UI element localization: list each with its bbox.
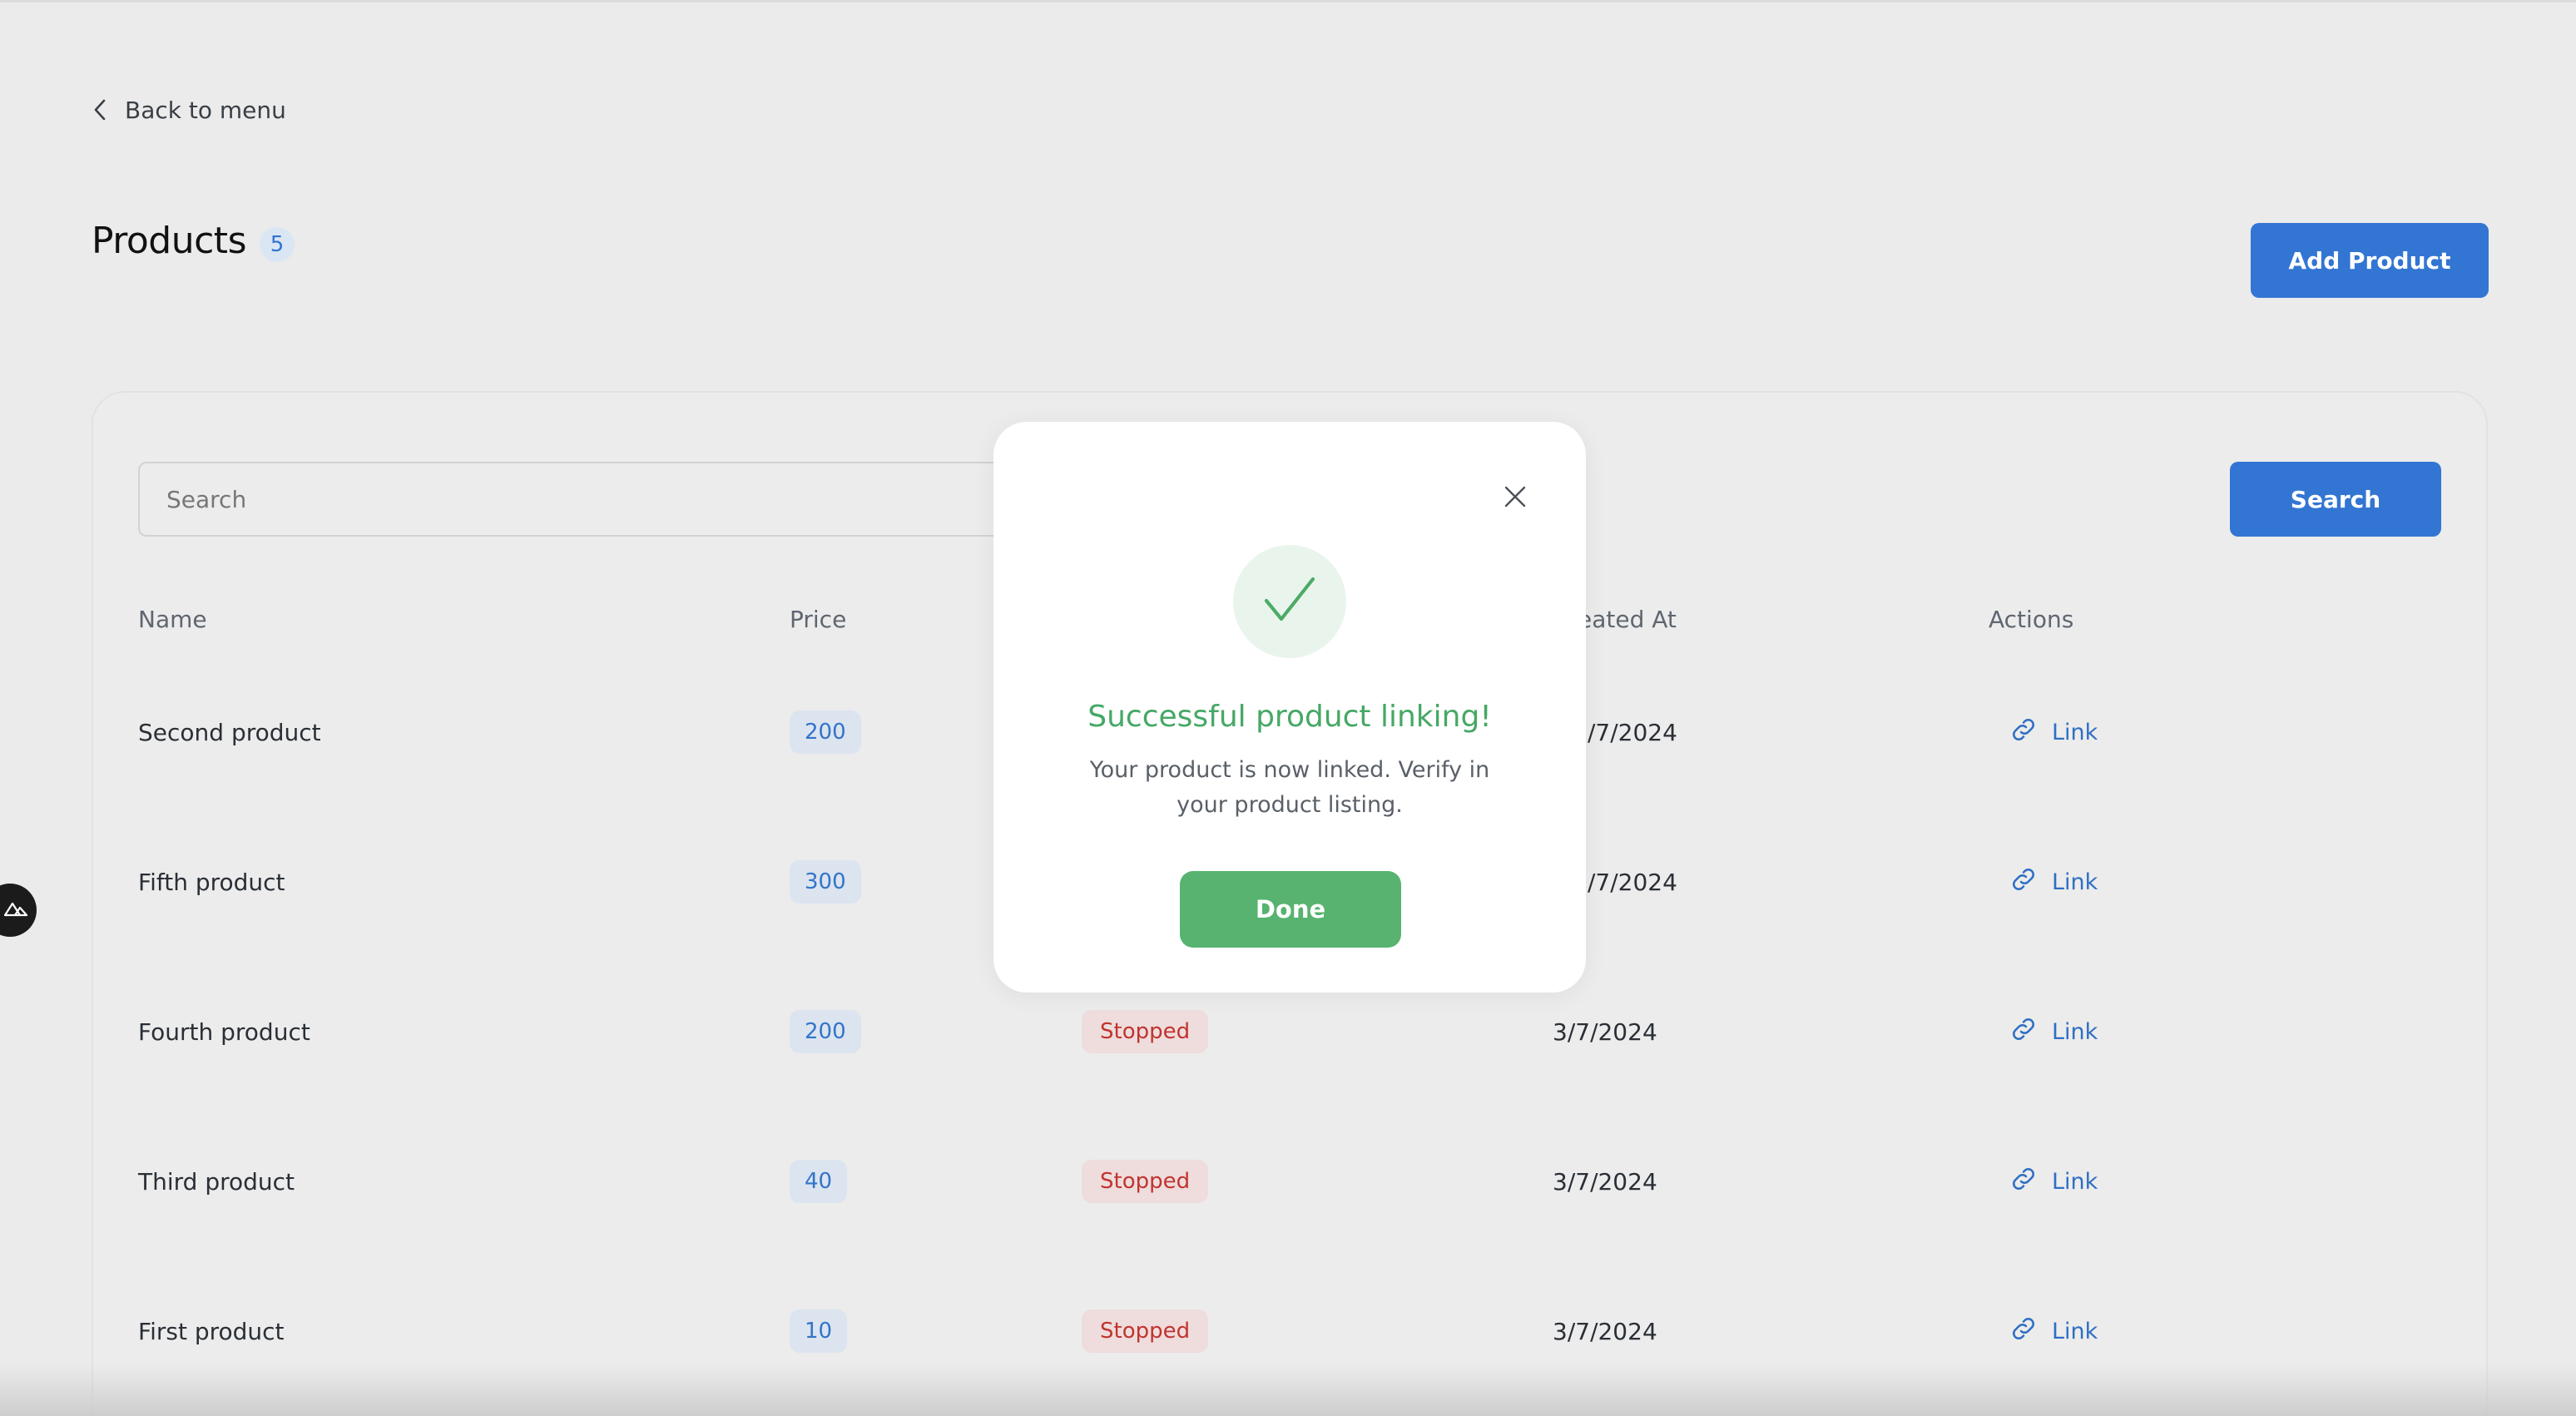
link-icon	[2009, 1314, 2039, 1349]
created-date: 3/7/2024	[1553, 1317, 1657, 1345]
price-badge: 200	[790, 1010, 861, 1053]
close-icon	[1503, 485, 1527, 512]
link-icon	[2009, 715, 2039, 750]
column-header-name: Name	[138, 606, 207, 633]
created-date: /7/2024	[1588, 718, 1677, 746]
search-input[interactable]	[138, 462, 1120, 537]
table-row: Third product 40 Stopped 3/7/2024 Link	[0, 1148, 2576, 1215]
success-indicator	[1233, 545, 1346, 658]
link-action[interactable]: Link	[2009, 849, 2098, 915]
column-header-created-at: eated At	[1578, 606, 1677, 633]
link-icon	[2009, 1014, 2039, 1050]
link-action[interactable]: Link	[2009, 699, 2098, 765]
link-action[interactable]: Link	[2009, 1148, 2098, 1215]
link-action[interactable]: Link	[2009, 1298, 2098, 1364]
status-badge: Stopped	[1082, 1310, 1209, 1353]
product-name: Third product	[138, 1167, 295, 1196]
link-label: Link	[2052, 869, 2098, 895]
created-date: 3/7/2024	[1553, 1017, 1657, 1046]
mountain-logo-icon	[3, 899, 28, 921]
link-label: Link	[2052, 1318, 2098, 1344]
created-date: 3/7/2024	[1553, 1167, 1657, 1196]
table-row: First product 10 Stopped 3/7/2024 Link	[0, 1298, 2576, 1364]
product-name: Fifth product	[138, 868, 285, 896]
link-icon	[2009, 864, 2039, 900]
link-icon	[2009, 1164, 2039, 1200]
table-row: Fourth product 200 Stopped 3/7/2024 Link	[0, 998, 2576, 1065]
product-name: First product	[138, 1317, 285, 1345]
link-label: Link	[2052, 1018, 2098, 1045]
bottom-fade-overlay	[0, 1364, 2576, 1416]
modal-message: Your product is now linked. Verify in yo…	[1089, 757, 1490, 818]
top-divider	[0, 0, 2576, 2]
status-badge: Stopped	[1082, 1010, 1209, 1053]
created-date: /7/2024	[1588, 868, 1677, 896]
page-title: Products	[92, 220, 247, 262]
search-button[interactable]: Search	[2230, 462, 2441, 537]
add-product-button[interactable]: Add Product	[2251, 223, 2489, 298]
product-name: Fourth product	[138, 1017, 310, 1046]
price-badge: 10	[790, 1310, 848, 1353]
column-header-price: Price	[790, 606, 847, 633]
status-badge: Stopped	[1082, 1160, 1209, 1203]
close-button[interactable]	[1499, 480, 1532, 517]
page-title-group: Products 5	[92, 220, 295, 262]
link-label: Link	[2052, 1168, 2098, 1195]
product-name: Second product	[138, 718, 321, 746]
price-badge: 300	[790, 860, 861, 904]
product-count-badge: 5	[260, 226, 295, 262]
products-page: Back to menu Products 5 Add Product Sear…	[0, 0, 2576, 1416]
price-badge: 200	[790, 710, 861, 754]
check-icon	[1261, 574, 1318, 629]
chevron-left-icon	[93, 98, 107, 121]
done-button[interactable]: Done	[1180, 871, 1401, 948]
link-action[interactable]: Link	[2009, 998, 2098, 1065]
column-header-actions: Actions	[1989, 606, 2074, 633]
modal-title: Successful product linking!	[1087, 700, 1492, 734]
link-label: Link	[2052, 719, 2098, 745]
price-badge: 40	[790, 1160, 848, 1203]
back-label: Back to menu	[125, 96, 286, 124]
success-modal: Successful product linking! Your product…	[993, 422, 1586, 993]
back-to-menu-link[interactable]: Back to menu	[93, 93, 286, 126]
